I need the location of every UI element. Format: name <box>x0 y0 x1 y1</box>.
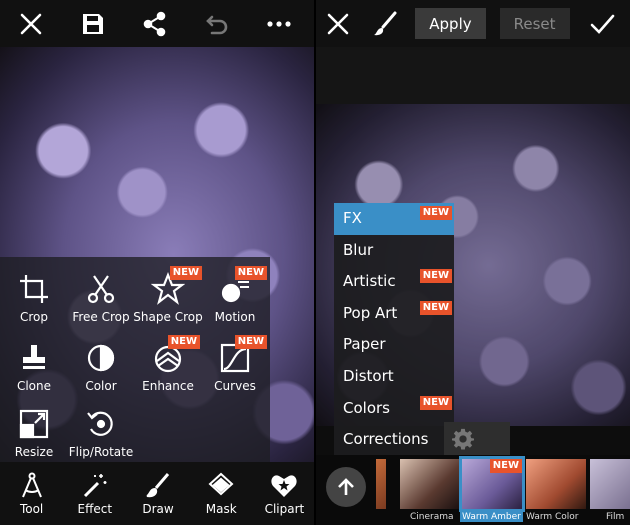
nav-tool[interactable]: Tool <box>0 462 63 525</box>
tool-free-crop[interactable]: Free Crop <box>67 262 135 328</box>
menu-item-blur[interactable]: Blur <box>334 235 454 267</box>
expand-up-button[interactable] <box>326 467 366 507</box>
nav-label: Tool <box>19 502 44 516</box>
effects-toolbar: Apply Reset <box>316 0 630 47</box>
nav-label: Draw <box>142 502 174 516</box>
tool-color[interactable]: Color <box>67 331 135 397</box>
magic-wand-icon <box>83 474 107 498</box>
nav-label: Mask <box>205 502 237 516</box>
mask-icon <box>208 472 234 496</box>
effect-thumb-label: Warm Amber <box>460 512 523 522</box>
nav-clipart[interactable]: Clipart <box>253 462 316 525</box>
nav-label: Effect <box>77 502 113 516</box>
effect-thumb-film[interactable] <box>590 459 630 509</box>
close-icon[interactable] <box>0 0 62 47</box>
new-badge: NEW <box>167 335 200 349</box>
brush-icon <box>146 473 170 498</box>
menu-item-distort[interactable]: Distort <box>334 361 454 393</box>
brush-icon[interactable] <box>360 0 410 47</box>
menu-item-label: Paper <box>343 335 386 354</box>
compass-icon <box>21 472 42 498</box>
tool-grid: Crop Free Crop Shape Crop NEW Motion NEW… <box>0 257 270 462</box>
effect-thumb-label: Warm Color <box>526 512 579 522</box>
tool-label: Color <box>85 379 117 393</box>
save-icon[interactable] <box>62 0 124 47</box>
share-icon[interactable] <box>124 0 186 47</box>
effect-thumb-cinerama[interactable] <box>400 459 460 509</box>
menu-item-label: Corrections <box>343 430 429 449</box>
tool-curves[interactable]: Curves NEW <box>201 331 269 397</box>
menu-item-artistic[interactable]: Artistic NEW <box>334 266 454 298</box>
tool-label: Motion <box>214 310 256 324</box>
new-badge: NEW <box>169 266 202 280</box>
effects-panel: Apply Reset FX NEW Blur Artistic NEW Pop… <box>316 0 630 525</box>
new-badge: NEW <box>234 335 267 349</box>
crop-icon <box>20 275 48 303</box>
menu-item-label: FX <box>343 209 362 227</box>
reset-button[interactable]: Reset <box>499 8 570 39</box>
heart-star-icon <box>271 475 298 497</box>
tool-clone[interactable]: Clone <box>0 331 68 397</box>
check-icon[interactable] <box>575 0 630 47</box>
apply-button[interactable]: Apply <box>415 8 486 39</box>
rotate-icon <box>87 411 113 436</box>
new-badge: NEW <box>419 395 452 410</box>
editor-panel: Crop Free Crop Shape Crop NEW Motion NEW… <box>0 0 316 525</box>
tool-resize[interactable]: Resize <box>0 397 68 463</box>
menu-item-label: Distort <box>343 366 394 385</box>
scissors-icon <box>87 275 115 304</box>
nav-label: Clipart <box>264 502 305 516</box>
stamp-icon <box>23 345 45 369</box>
new-badge: NEW <box>419 269 452 284</box>
tool-label: Resize <box>14 445 54 459</box>
effect-filmstrip: Cinerama NEW Warm Amber Warm Color Film <box>316 455 630 525</box>
new-badge: NEW <box>234 266 267 280</box>
tool-label: Enhance <box>142 379 194 393</box>
menu-item-pop-art[interactable]: Pop Art NEW <box>334 298 454 330</box>
effect-thumb-label: Cinerama <box>410 512 454 522</box>
new-badge: NEW <box>419 206 452 220</box>
new-badge: NEW <box>489 459 522 473</box>
effect-category-menu: FX NEW Blur Artistic NEW Pop Art NEW Pap… <box>334 203 454 456</box>
menu-item-label: Colors <box>343 398 390 417</box>
tool-label: Clone <box>16 379 52 393</box>
nav-draw[interactable]: Draw <box>126 462 189 525</box>
menu-item-fx[interactable]: FX NEW <box>334 203 454 235</box>
close-icon[interactable] <box>316 0 360 47</box>
nav-mask[interactable]: Mask <box>190 462 253 525</box>
resize-icon <box>19 409 49 439</box>
tool-label: Crop <box>19 310 48 324</box>
effect-thumb-warm-color[interactable] <box>526 459 586 509</box>
bottom-nav: Tool Effect Draw Mask Clipart <box>0 462 316 525</box>
arrow-up-icon <box>338 478 354 495</box>
tool-enhance[interactable]: Enhance NEW <box>134 331 202 397</box>
more-icon[interactable] <box>248 0 310 47</box>
effect-thumb-partial[interactable] <box>376 459 386 509</box>
nav-effect[interactable]: Effect <box>63 462 126 525</box>
tool-label: Curves <box>214 379 256 393</box>
menu-item-corrections[interactable]: Corrections <box>334 424 454 456</box>
gear-icon <box>452 428 474 450</box>
new-badge: NEW <box>419 300 452 315</box>
menu-item-label: Artistic <box>343 272 396 291</box>
tool-label: Flip/Rotate <box>68 445 134 459</box>
top-toolbar <box>0 0 316 47</box>
settings-tab[interactable] <box>444 422 510 458</box>
tool-flip-rotate[interactable]: Flip/Rotate <box>67 397 135 463</box>
half-circle-icon <box>87 344 115 372</box>
menu-item-colors[interactable]: Colors NEW <box>334 393 454 425</box>
menu-item-paper[interactable]: Paper <box>334 329 454 361</box>
tool-label: Free Crop <box>72 310 130 324</box>
tool-crop[interactable]: Crop <box>0 262 68 328</box>
menu-item-label: Pop Art <box>343 303 398 322</box>
tool-motion[interactable]: Motion NEW <box>201 262 269 328</box>
effect-thumb-warm-amber[interactable]: NEW <box>459 456 525 512</box>
tool-label: Shape Crop <box>133 310 203 324</box>
canvas-margin <box>316 47 630 104</box>
menu-item-label: Blur <box>343 240 374 259</box>
undo-icon[interactable] <box>186 0 248 47</box>
tool-shape-crop[interactable]: Shape Crop NEW <box>133 262 203 328</box>
effect-thumb-label: Film <box>606 512 625 522</box>
